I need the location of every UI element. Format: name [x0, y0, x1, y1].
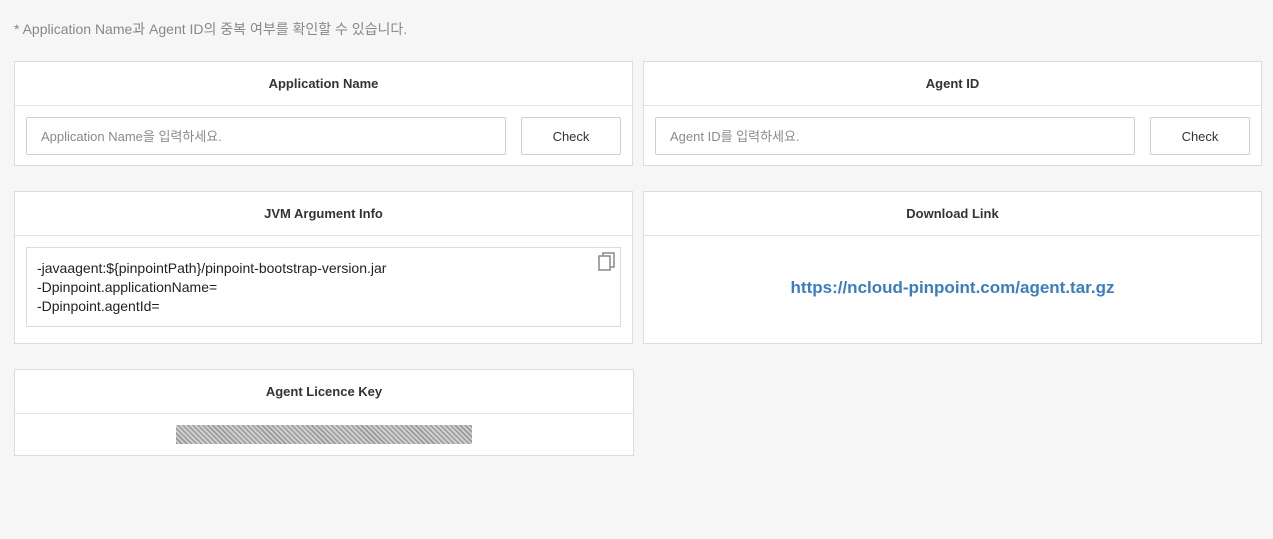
jvm-argument-title: JVM Argument Info [15, 192, 632, 236]
notice-text: * Application Name과 Agent ID의 중복 여부를 확인할… [14, 21, 408, 37]
application-name-input[interactable] [26, 117, 506, 155]
application-name-panel: Application Name Check [14, 61, 633, 166]
jvm-line-agent-id: -Dpinpoint.agentId= [37, 298, 160, 314]
agent-id-check-button[interactable]: Check [1150, 117, 1250, 155]
copy-icon[interactable] [598, 252, 616, 272]
jvm-argument-code: -javaagent:${pinpointPath}/pinpoint-boot… [26, 247, 621, 327]
application-name-check-button[interactable]: Check [521, 117, 621, 155]
application-name-title: Application Name [15, 62, 632, 106]
agent-id-input[interactable] [655, 117, 1135, 155]
jvm-line-javaagent: -javaagent:${pinpointPath}/pinpoint-boot… [37, 260, 387, 276]
jvm-argument-panel: JVM Argument Info -javaagent:${pinpointP… [14, 191, 633, 344]
download-link-panel: Download Link https://ncloud-pinpoint.co… [643, 191, 1262, 344]
download-link-title: Download Link [644, 192, 1261, 236]
agent-licence-title: Agent Licence Key [15, 370, 633, 414]
agent-licence-panel: Agent Licence Key [14, 369, 634, 456]
agent-id-panel: Agent ID Check [643, 61, 1262, 166]
jvm-line-application-name: -Dpinpoint.applicationName= [37, 279, 218, 295]
licence-key-masked [176, 425, 472, 444]
agent-id-title: Agent ID [644, 62, 1261, 106]
download-link[interactable]: https://ncloud-pinpoint.com/agent.tar.gz [644, 278, 1261, 298]
